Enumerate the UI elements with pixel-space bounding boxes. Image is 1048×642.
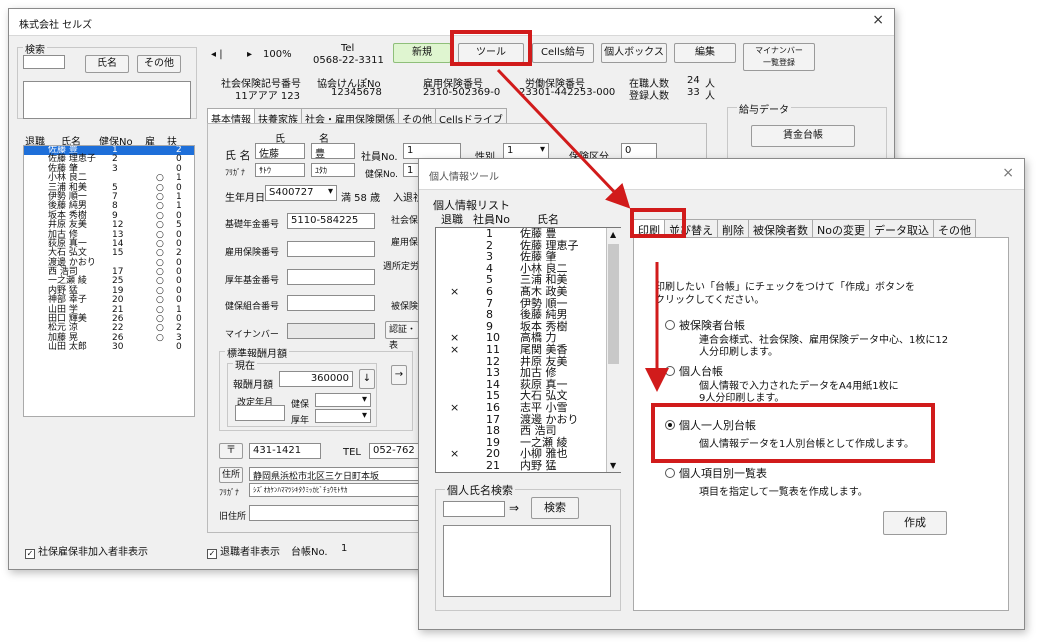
annotation-arrows bbox=[496, 68, 669, 392]
arrow-tool-to-print bbox=[496, 68, 631, 209]
